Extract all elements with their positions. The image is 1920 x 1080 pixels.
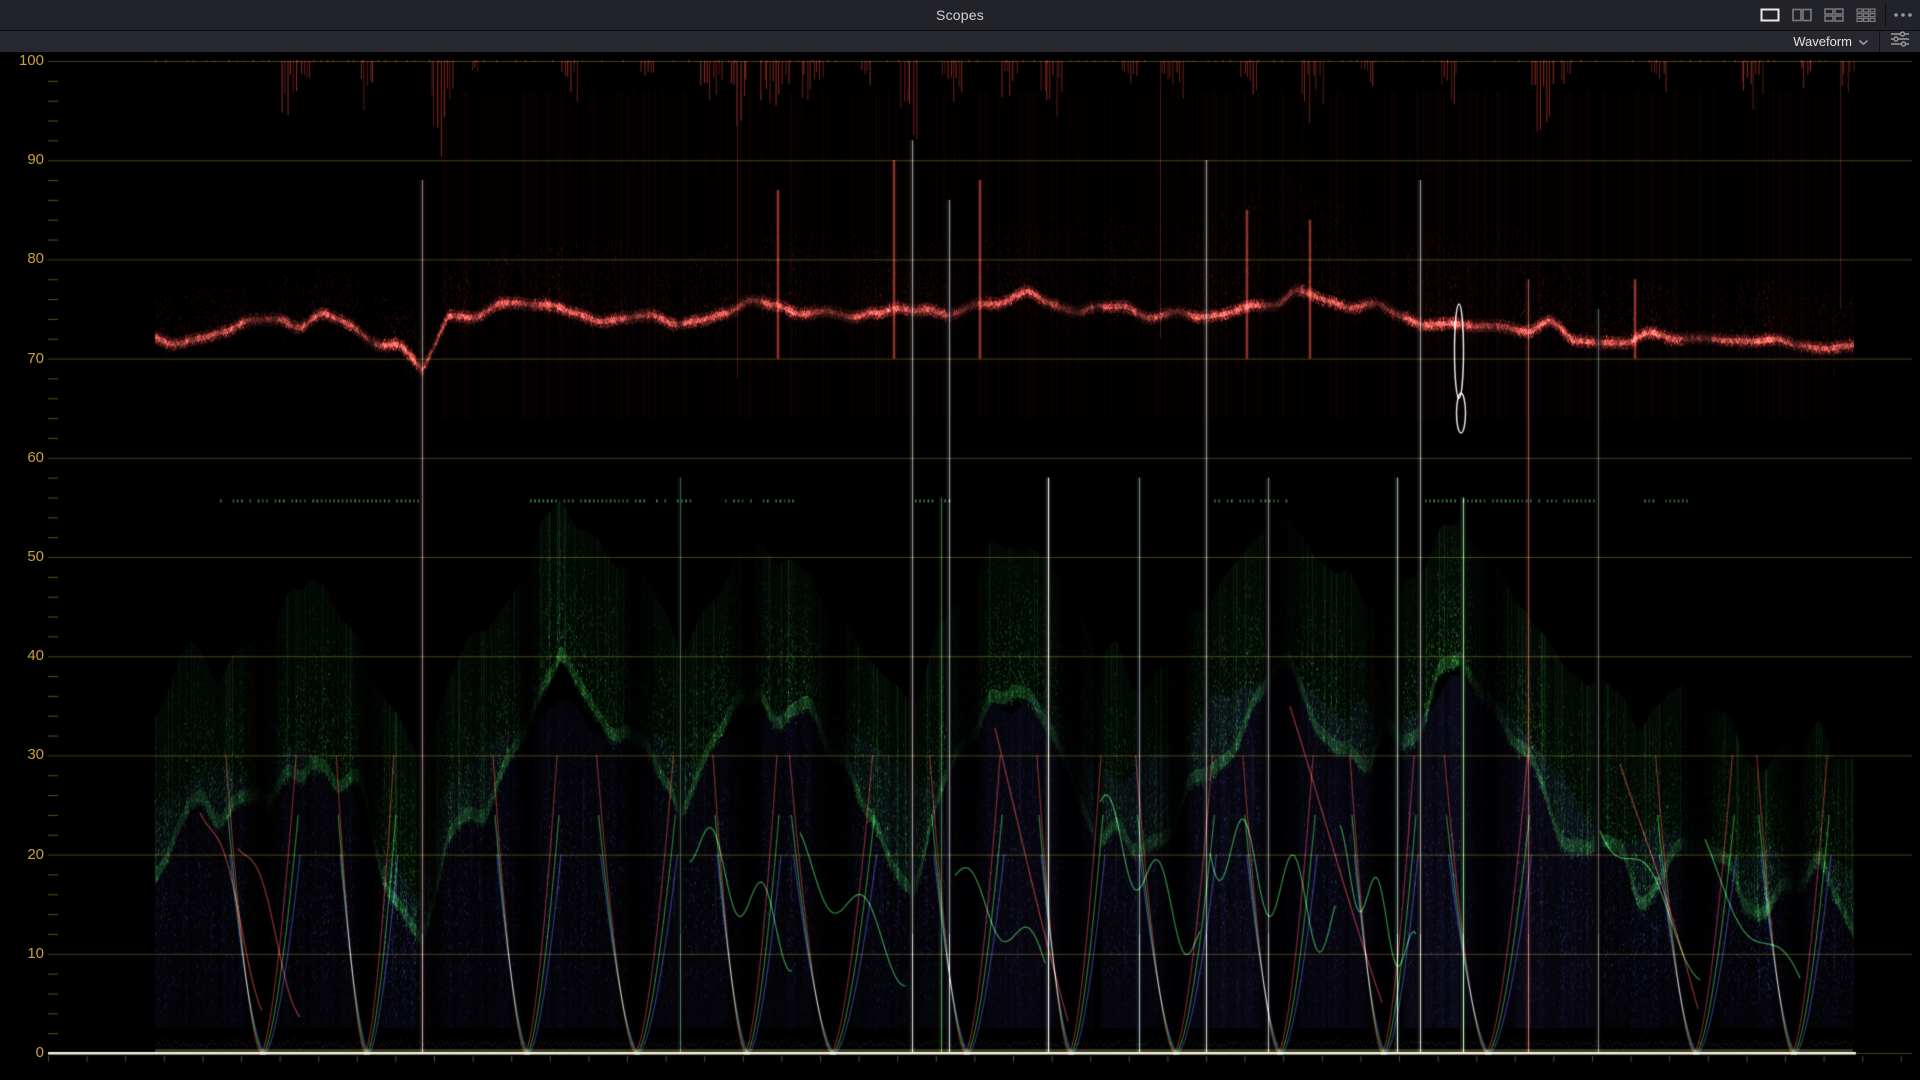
- titlebar-divider: [1885, 4, 1886, 26]
- scope-type-dropdown[interactable]: Waveform: [1779, 31, 1879, 52]
- waveform-scope-panel: 1009080706050403020100: [0, 52, 1920, 1080]
- view-layout-buttons: [1758, 0, 1878, 30]
- axis-label-50: 50: [0, 549, 44, 565]
- scope-type-label: Waveform: [1793, 34, 1852, 49]
- axis-label-90: 90: [0, 152, 44, 168]
- axis-label-10: 10: [0, 946, 44, 962]
- axis-label-100: 100: [0, 53, 44, 69]
- axis-label-30: 30: [0, 747, 44, 763]
- titlebar: Scopes: [0, 0, 1920, 31]
- waveform-display: [0, 52, 1920, 1080]
- grid-view-icon[interactable]: [1854, 6, 1878, 24]
- four-up-view-icon[interactable]: [1822, 6, 1846, 24]
- more-options-icon[interactable]: [1892, 0, 1914, 30]
- window-title: Scopes: [0, 7, 1920, 23]
- scope-settings-button[interactable]: [1880, 31, 1920, 52]
- scopes-window: Scopes Waveform: [0, 0, 1920, 1080]
- chevron-down-icon: [1858, 34, 1869, 49]
- single-view-icon[interactable]: [1758, 6, 1782, 24]
- axis-label-60: 60: [0, 450, 44, 466]
- axis-label-20: 20: [0, 847, 44, 863]
- axis-label-80: 80: [0, 251, 44, 267]
- axis-label-70: 70: [0, 351, 44, 367]
- scope-toolbar: Waveform: [0, 31, 1920, 53]
- axis-label-0: 0: [0, 1045, 44, 1061]
- axis-label-40: 40: [0, 648, 44, 664]
- two-up-view-icon[interactable]: [1790, 6, 1814, 24]
- scope-settings-sliders-icon: [1890, 31, 1910, 52]
